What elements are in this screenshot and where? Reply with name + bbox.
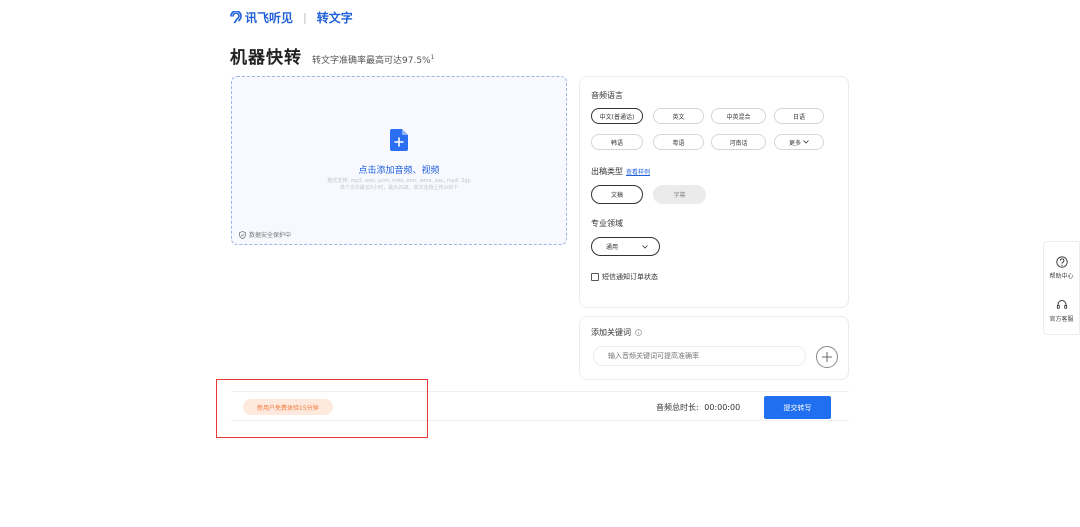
annotation-highlight-box: [216, 379, 428, 438]
page-title: 机器快转: [230, 48, 302, 68]
info-icon[interactable]: [635, 329, 642, 336]
subtitle-text: 转文字准确率最高可达97.5%: [312, 56, 431, 66]
lang-option-korean[interactable]: 韩语: [591, 134, 643, 150]
lang-option-cantonese[interactable]: 粤语: [653, 134, 704, 150]
customer-service-button[interactable]: 官方客服: [1044, 299, 1079, 323]
output-type-label: 出稿类型: [591, 167, 623, 176]
domain-label: 专业领域: [591, 219, 623, 228]
data-security-note: 数据安全保护中: [239, 230, 291, 239]
shield-check-icon: [239, 230, 246, 239]
page-subtitle: 转文字准确率最高可达97.5%1: [312, 53, 434, 66]
keywords-panel: 添加关键词: [579, 316, 849, 380]
lang-option-english[interactable]: 英文: [653, 108, 704, 124]
logo-separator: |: [303, 11, 307, 24]
domain-select[interactable]: 通用: [591, 237, 660, 256]
sms-notify-label: 短信通知订单状态: [602, 273, 658, 281]
title-row: 机器快转 转文字准确率最高可达97.5%1: [230, 43, 434, 68]
ear-logo-icon: [230, 11, 242, 24]
keyword-input[interactable]: [593, 346, 806, 366]
sms-notify-checkbox[interactable]: [591, 273, 599, 281]
chevron-down-icon: [803, 140, 809, 144]
customer-service-label: 官方客服: [1049, 316, 1074, 323]
lang-option-more[interactable]: 更多: [774, 134, 824, 150]
duration-label: 音频总时长:: [656, 403, 699, 412]
plus-icon: [822, 352, 832, 362]
upload-format-hint: 格式支持: mp3, wav, pcm, m4a, amr, wma, aac,…: [327, 178, 471, 184]
upload-hint: 格式支持: mp3, wav, pcm, m4a, amr, wma, aac,…: [232, 178, 566, 192]
help-center-button[interactable]: 帮助中心: [1044, 256, 1079, 280]
lang-option-henan[interactable]: 河南话: [711, 134, 766, 150]
output-option-subtitle[interactable]: 字幕: [653, 185, 706, 204]
headset-icon: [1056, 300, 1067, 309]
keywords-label: 添加关键词: [591, 328, 631, 337]
submit-transcription-button[interactable]: 提交转写: [764, 396, 831, 419]
view-sample-link[interactable]: 查看样例: [626, 169, 650, 176]
output-option-document[interactable]: 文稿: [591, 185, 643, 204]
secure-text: 数据安全保护中: [249, 232, 292, 239]
output-type-row: 出稿类型 查看样例: [591, 166, 650, 177]
product-name: 转文字: [316, 11, 353, 25]
audio-duration: 音频总时长: 00:00:00: [656, 402, 740, 413]
chevron-down-icon: [642, 245, 648, 249]
upload-limit-hint: 单个文件最长5小时，最大2GB，单次支持上传100个: [339, 185, 459, 191]
footnote-marker: 1: [430, 54, 435, 61]
domain-value: 通用: [606, 244, 619, 251]
brand-logo: 讯飞听见: [230, 9, 293, 26]
help-center-label: 帮助中心: [1049, 273, 1074, 280]
add-keyword-button[interactable]: [816, 346, 838, 368]
keywords-header: 添加关键词: [591, 327, 642, 338]
floating-side-toolbar: 帮助中心 官方客服: [1043, 241, 1080, 335]
header-logo[interactable]: 讯飞听见 | 转文字: [230, 9, 353, 26]
language-label: 音频语言: [591, 91, 623, 100]
upload-dropzone[interactable]: 点击添加音频、视频 格式支持: mp3, wav, pcm, m4a, amr,…: [231, 76, 567, 245]
options-panel: 音频语言 中文(普通话) 英文 中英混合 日语 韩语 粤语 河南话 更多 出稿类…: [579, 76, 849, 308]
lang-option-japanese[interactable]: 日语: [774, 108, 824, 124]
duration-value: 00:00:00: [704, 403, 741, 412]
lang-option-mandarin[interactable]: 中文(普通话): [591, 108, 643, 124]
logo-text: 讯飞听见: [245, 11, 294, 25]
sms-notify-row[interactable]: 短信通知订单状态: [591, 272, 658, 282]
add-file-icon[interactable]: [390, 129, 408, 151]
lang-option-mixed[interactable]: 中英混合: [711, 108, 766, 124]
more-label: 更多: [788, 139, 801, 147]
upload-action-text[interactable]: 点击添加音频、视频: [232, 163, 566, 176]
help-icon: [1055, 256, 1068, 268]
